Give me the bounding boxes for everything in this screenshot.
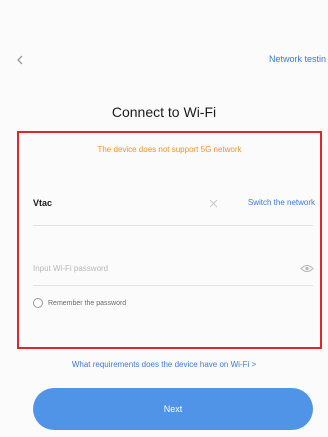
next-button[interactable]: Next [33,388,313,430]
page-title: Connect to Wi-Fi [111,104,217,120]
back-button[interactable] [10,50,30,70]
network-testing-link[interactable]: Network testin [269,54,326,64]
toggle-password-visibility-button[interactable] [299,261,315,275]
5g-warning-text: The device does not support 5G network [97,145,242,154]
top-bar: Network testin [0,44,328,76]
clear-ssid-button[interactable] [205,195,221,211]
switch-network-link[interactable]: Switch the network [248,198,315,207]
remember-password-label: Remember the password [48,299,127,307]
wifi-ssid-row: Vtac Switch the network [33,193,315,215]
chevron-left-icon [17,55,23,65]
wifi-ssid: Vtac [33,198,53,208]
highlight-frame: The device does not support 5G network V… [17,131,322,349]
wifi-requirements-link[interactable]: What requirements does the device have o… [0,360,328,369]
remember-password-radio[interactable] [33,298,43,308]
close-icon [209,199,217,207]
password-row [33,257,315,279]
divider [33,225,313,226]
remember-password-option[interactable]: Remember the password [33,296,126,310]
divider [33,285,313,286]
eye-icon [300,264,314,272]
password-input[interactable] [33,257,273,279]
